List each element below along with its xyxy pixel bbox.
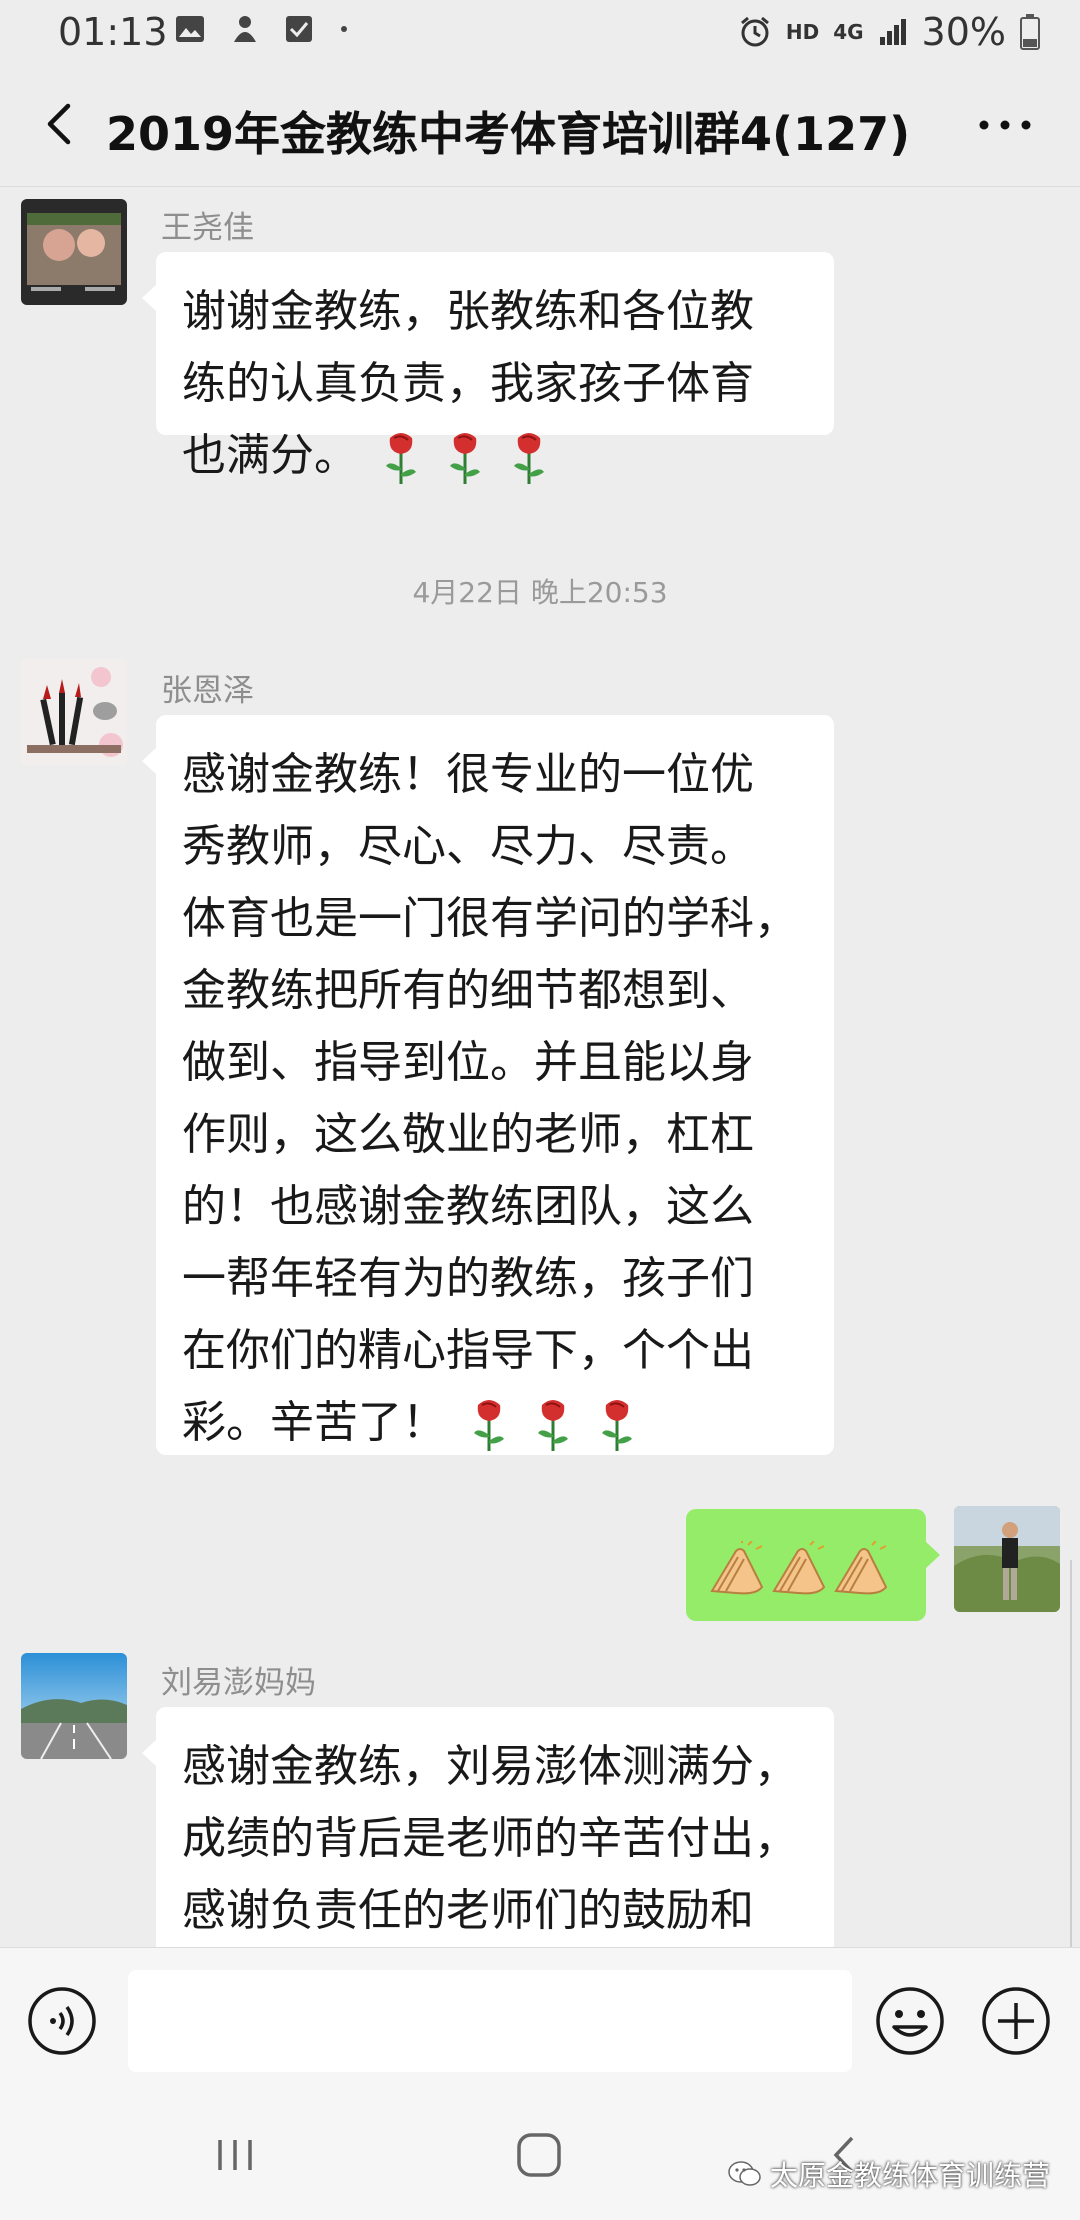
avatar[interactable] — [21, 659, 127, 765]
my-message-bubble[interactable] — [686, 1509, 940, 1621]
clap-icon — [772, 1541, 826, 1595]
rose-icon — [514, 433, 544, 484]
notification-icons — [175, 14, 349, 44]
clap-emoji-group — [706, 1541, 892, 1595]
alarm-icon — [740, 16, 769, 47]
rose-icon — [450, 433, 480, 484]
system-nav-bar: 太原金教练体育训练营 — [0, 2092, 1080, 2220]
plus-icon[interactable] — [980, 1985, 1052, 2057]
wechat-icon — [728, 2161, 761, 2186]
message-bubble[interactable]: 感谢金教练！很专业的一位优 秀教师，尽心、尽力、尽责。 体育也是一门很有学问的学… — [142, 715, 834, 1455]
chat-header: 2019年金教练中考体育培训群4(127) — [0, 68, 1080, 187]
input-bar — [0, 1947, 1080, 2093]
rose-emoji-group — [358, 430, 550, 484]
my-avatar[interactable] — [954, 1506, 1060, 1612]
checkbox-icon — [286, 16, 312, 42]
signal-icon — [879, 19, 906, 45]
clap-icon — [834, 1541, 888, 1595]
recent-apps-icon[interactable] — [210, 2130, 260, 2180]
watermark-text: 太原金教练体育训练营 — [769, 2159, 1050, 2192]
rose-icon — [474, 1400, 504, 1451]
voice-input-icon[interactable] — [26, 1985, 98, 2057]
more-options-icon[interactable] — [970, 100, 1040, 150]
status-bar: 01:13 HD 4G 30% — [0, 0, 1080, 68]
sender-name: 刘易澎妈妈 — [161, 1665, 316, 1701]
sender-name: 王尧佳 — [161, 210, 254, 246]
back-arrow-icon[interactable] — [30, 94, 90, 154]
rose-emoji-group — [446, 1397, 638, 1451]
message-list[interactable]: 王尧佳 谢谢金教练，张教练和各位教 练的认真负责，我家孩子体育 也满分。 4月2… — [0, 187, 1080, 1947]
battery-percent: 30% — [921, 10, 1006, 54]
message-text: 感谢金教练！很专业的一位优 秀教师，尽心、尽力、尽责。 体育也是一门很有学问的学… — [182, 749, 798, 1448]
emoji-icon[interactable] — [874, 1985, 946, 2057]
scrollbar[interactable] — [1070, 1560, 1080, 1980]
network-type: 4G — [833, 20, 864, 44]
dot-icon — [341, 26, 347, 32]
message-timestamp: 4月22日 晚上20:53 — [412, 576, 668, 609]
app-notification-icon — [234, 16, 256, 42]
message-bubble[interactable]: 感谢金教练，刘易澎体测满分， 成绩的背后是老师的辛苦付出， 感谢负责任的老师们的… — [142, 1707, 834, 1947]
chat-title: 2019年金教练中考体育培训群4(127) — [106, 107, 911, 161]
clap-icon — [710, 1541, 764, 1595]
status-right: HD 4G 30% — [738, 10, 1040, 54]
avatar[interactable] — [21, 199, 127, 305]
avatar[interactable] — [21, 1653, 127, 1759]
message-text: 感谢金教练，刘易澎体测满分， 成绩的背后是老师的辛苦付出， 感谢负责任的老师们的… — [182, 1741, 798, 1936]
sender-name: 张恩泽 — [161, 673, 254, 709]
rose-icon — [538, 1400, 568, 1451]
status-time: 01:13 — [58, 10, 168, 54]
rose-icon — [386, 433, 416, 484]
home-icon[interactable] — [513, 2130, 565, 2180]
gallery-icon — [176, 16, 204, 42]
message-input[interactable] — [128, 1970, 852, 2072]
watermark: 太原金教练体育训练营 — [728, 2154, 1050, 2194]
rose-icon — [602, 1400, 632, 1451]
hd-indicator: HD — [785, 20, 820, 44]
message-bubble[interactable]: 谢谢金教练，张教练和各位教 练的认真负责，我家孩子体育 也满分。 — [142, 252, 834, 484]
battery-icon — [1020, 14, 1040, 50]
